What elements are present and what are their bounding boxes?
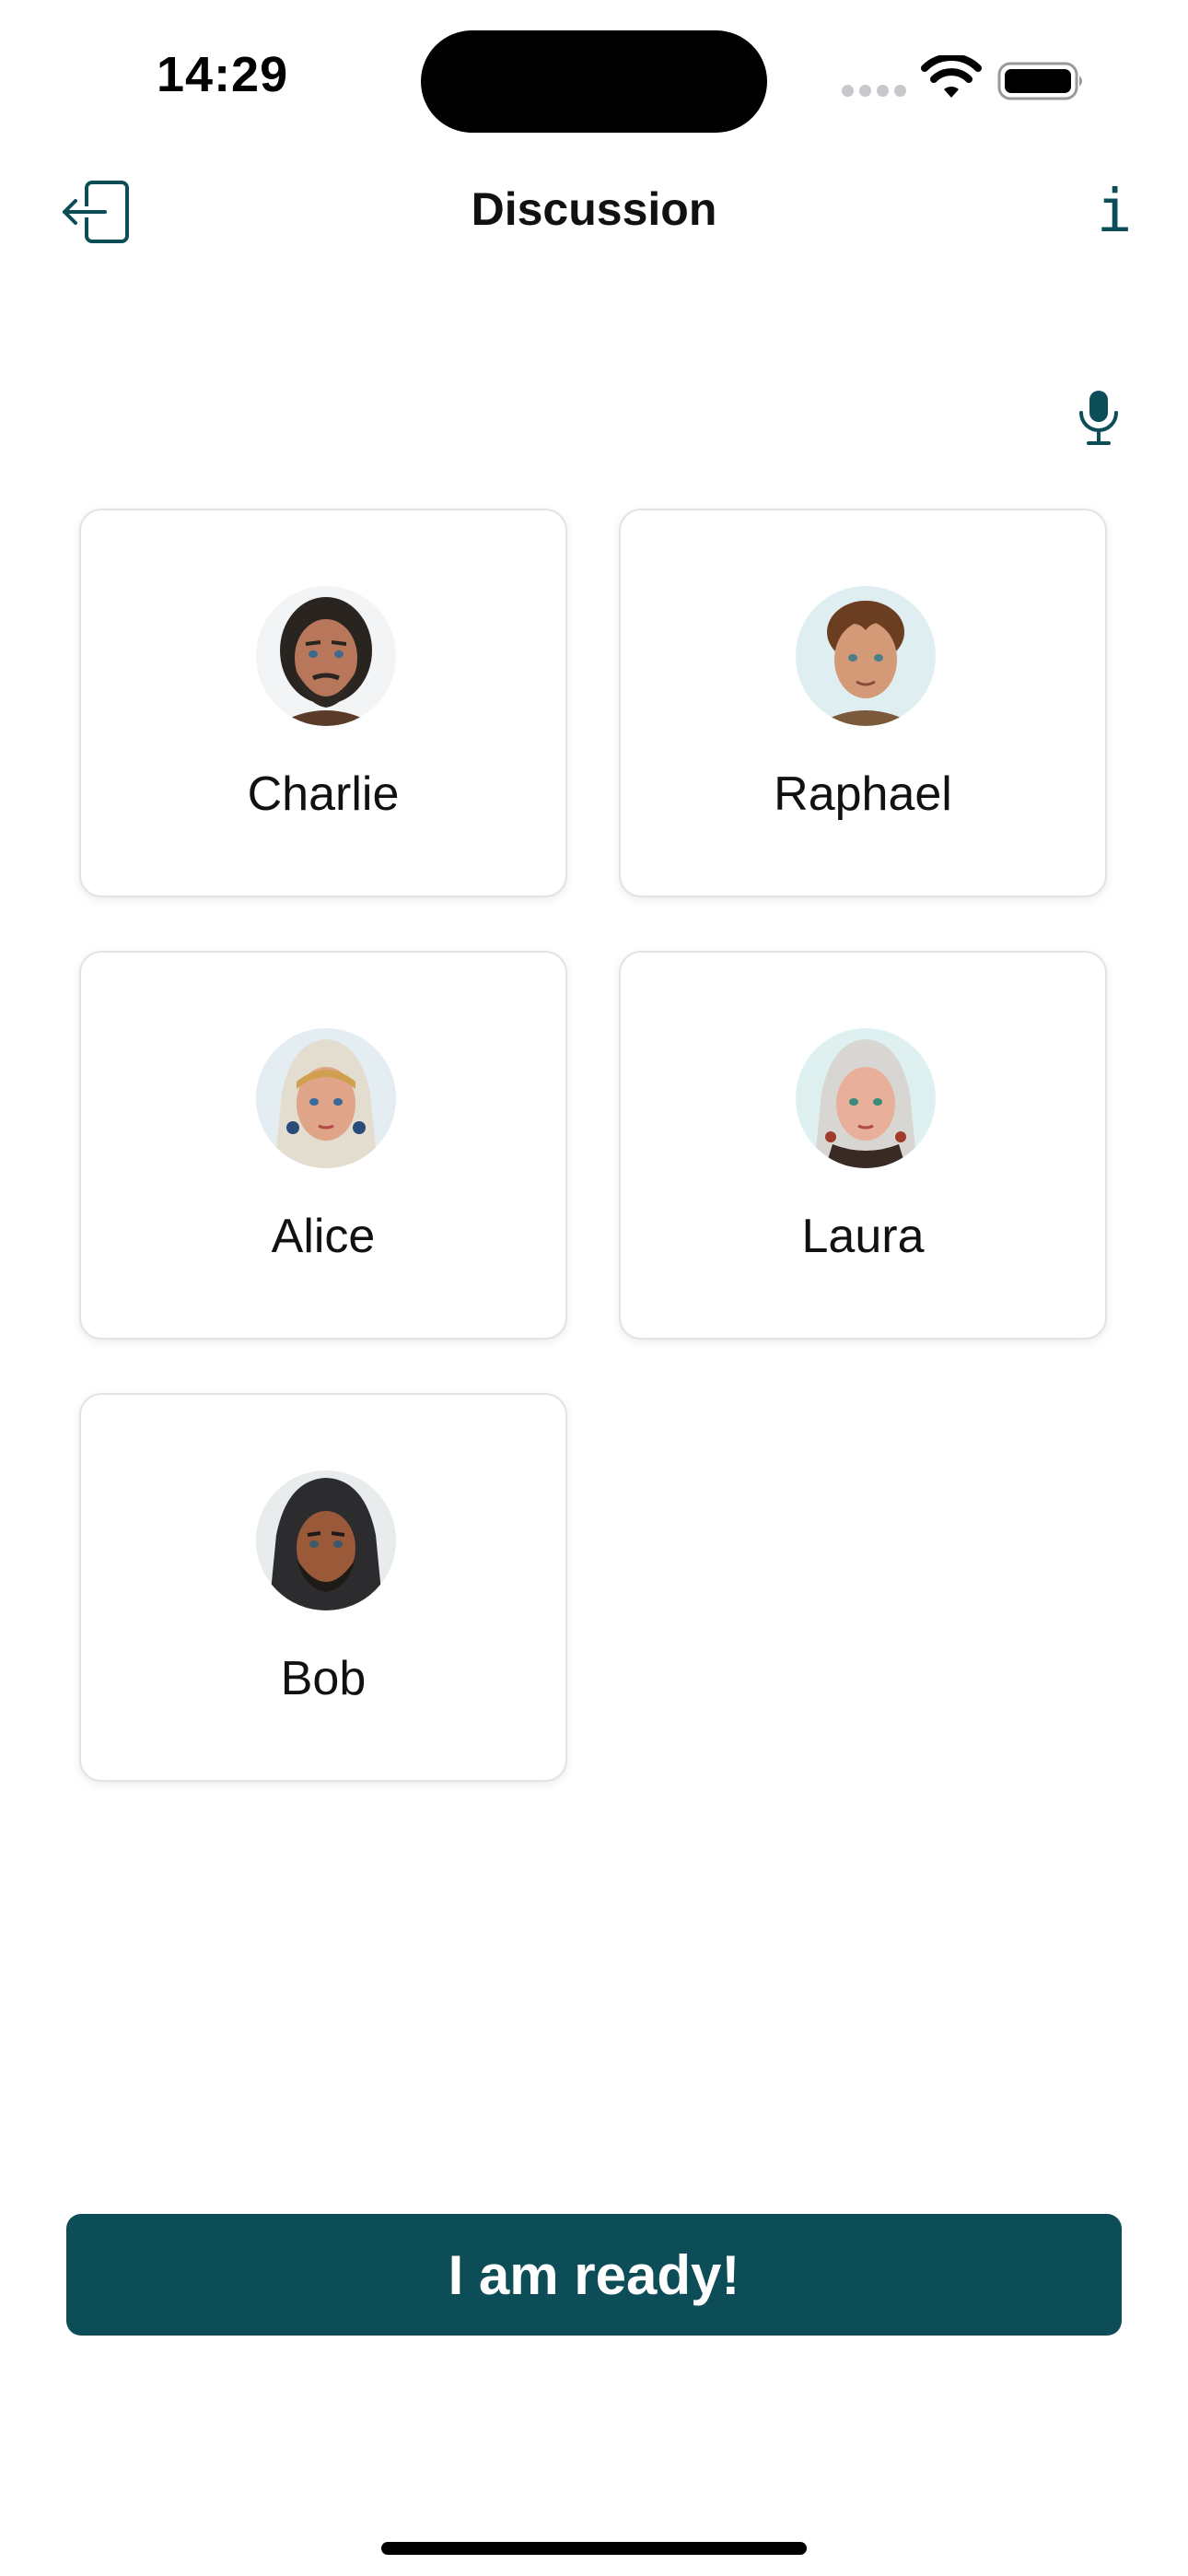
battery-icon bbox=[997, 62, 1082, 100]
hooded-woman-portrait-icon bbox=[796, 1028, 936, 1168]
participant-card-laura[interactable]: Laura bbox=[619, 951, 1107, 1340]
participant-card-charlie[interactable]: Charlie bbox=[79, 509, 567, 897]
status-time: 14:29 bbox=[157, 47, 289, 102]
bearded-man-portrait-icon bbox=[256, 586, 396, 726]
participant-name: Raphael bbox=[774, 767, 952, 821]
home-indicator bbox=[381, 2542, 807, 2555]
discussion-screen: 14:29 Discussion i Charlie Raphael Alice… bbox=[0, 0, 1188, 2576]
avatar bbox=[256, 1470, 396, 1610]
participant-name: Laura bbox=[801, 1210, 925, 1263]
participant-name: Alice bbox=[271, 1210, 376, 1263]
participant-name: Bob bbox=[280, 1652, 367, 1705]
avatar bbox=[256, 1028, 396, 1168]
participant-name: Charlie bbox=[247, 767, 400, 821]
cellular-signal-icon bbox=[842, 85, 906, 97]
young-man-portrait-icon bbox=[796, 586, 936, 726]
info-button[interactable]: i bbox=[1087, 173, 1142, 251]
page-title: Discussion bbox=[471, 183, 717, 235]
avatar bbox=[796, 586, 936, 726]
ready-button[interactable]: I am ready! bbox=[66, 2214, 1122, 2336]
participant-card-alice[interactable]: Alice bbox=[79, 951, 567, 1340]
dynamic-island bbox=[421, 30, 767, 133]
participant-card-bob[interactable]: Bob bbox=[79, 1393, 567, 1782]
participant-card-raphael[interactable]: Raphael bbox=[619, 509, 1107, 897]
dark-hooded-man-portrait-icon bbox=[256, 1470, 396, 1610]
avatar bbox=[796, 1028, 936, 1168]
wifi-icon bbox=[921, 55, 982, 98]
hooded-woman-portrait-icon bbox=[256, 1028, 396, 1168]
microphone-icon bbox=[1079, 391, 1118, 445]
microphone-button[interactable] bbox=[1076, 387, 1122, 448]
avatar bbox=[256, 586, 396, 726]
